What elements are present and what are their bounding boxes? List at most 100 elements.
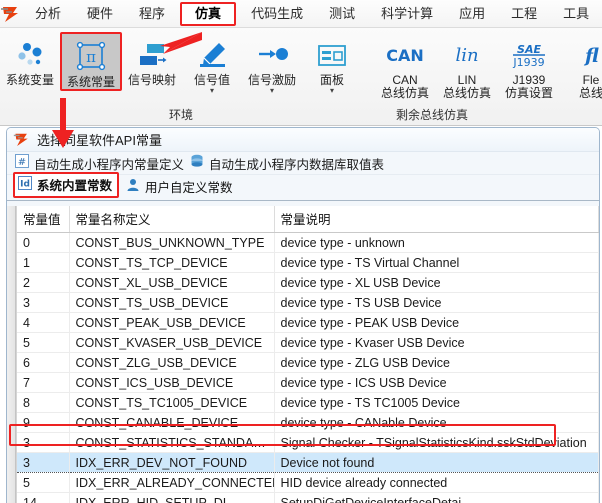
column-header-value[interactable]: 常量值 <box>17 206 70 233</box>
menu-tab-5[interactable]: 测试 <box>318 2 366 26</box>
cell-constant-description: device type - TS TC1005 Device <box>274 392 599 413</box>
cell-constant-value: 9 <box>17 412 70 433</box>
ribbon-button-panel[interactable]: 面板 ▾ <box>302 32 362 95</box>
cell-constant-description: Device not found <box>274 452 599 473</box>
table-row[interactable]: 3 IDX_ERR_DEV_NOT_FOUND Device not found <box>17 452 599 473</box>
cell-constant-value: 5 <box>17 472 70 493</box>
cell-constant-description: device type - XL USB Device <box>274 272 599 293</box>
ribbon-button-flexray-bus-simulation[interactable]: fl Fle 总线 <box>560 32 602 100</box>
table-row[interactable]: 3 CONST_STATISTICS_STANDA… Signal Checker … <box>17 432 599 453</box>
chevron-down-icon[interactable]: ▾ <box>330 87 334 95</box>
tab-system-builtin-constants[interactable]: Id 系统内置常数 <box>13 172 120 198</box>
ribbon-button-system-constant[interactable]: π 系统常量 <box>59 32 123 91</box>
menu-tab-6[interactable]: 科学计算 <box>370 2 444 26</box>
tsmaster-logo-icon <box>13 132 31 147</box>
ribbon-button-label: Fle 总线 <box>578 73 602 100</box>
tab-label: 用户自定义常数 <box>145 181 233 195</box>
cell-constant-description: device type - TS Virtual Channel <box>274 252 599 273</box>
table-row[interactable]: 1 CONST_TS_TCP_DEVICE device type - TS Vir… <box>17 252 599 273</box>
grid-row-indicator-gutter[interactable] <box>7 206 16 503</box>
cell-constant-description: device type - Kvaser USB Device <box>274 332 599 353</box>
ribbon-button-signal-stimulus[interactable]: 信号激励 ▾ <box>242 32 302 95</box>
sae-j1939-logo-icon: SAE J1939 <box>503 36 555 74</box>
menu-tab-1[interactable]: 硬件 <box>76 2 124 26</box>
cell-constant-name: CONST_TS_TCP_DEVICE <box>69 252 275 273</box>
cell-constant-value: 1 <box>17 252 70 273</box>
svg-text:π: π <box>86 48 96 66</box>
tab-user-defined-constants[interactable]: 用户自定义常数 <box>121 174 240 200</box>
ribbon-button-label: LIN 总线仿真 <box>442 73 491 100</box>
ribbon-button-label: 系统变量 <box>5 73 54 87</box>
cell-constant-description: device type - ICS USB Device <box>274 372 599 393</box>
table-row[interactable]: 8 CONST_TS_TC1005_DEVICE device type - TS … <box>17 392 599 413</box>
menu-tab-4[interactable]: 代码生成 <box>240 2 314 26</box>
cell-constant-name: CONST_CANABLE_DEVICE <box>69 412 275 433</box>
table-header-row: 常量值 常量名称定义 常量说明 <box>17 206 599 233</box>
lin-logo-icon: lin <box>442 36 492 74</box>
dialog-title-text: 选择同星软件API常量 <box>37 133 162 148</box>
ribbon-button-can-bus-simulation[interactable]: CAN CAN 总线仿真 <box>374 32 436 100</box>
table-row[interactable]: 5 CONST_KVASER_USB_DEVICE device type - Kv… <box>17 332 599 353</box>
svg-text:J1939: J1939 <box>512 56 544 69</box>
cell-constant-name: IDX_ERR_DEV_NOT_FOUND <box>69 452 275 473</box>
pi-constant-icon: π <box>74 38 108 76</box>
signal-mapping-icon <box>135 36 169 74</box>
menu-tab-9[interactable]: 工具 <box>552 2 600 26</box>
ribbon-button-j1939-simulation-settings[interactable]: SAE J1939 J1939 仿真设置 <box>498 32 560 100</box>
cell-constant-description: SetupDiGetDeviceInterfaceDetai <box>274 492 599 503</box>
table-row[interactable]: 2 CONST_XL_USB_DEVICE device type - XL USB… <box>17 272 599 293</box>
table-row[interactable]: 7 CONST_ICS_USB_DEVICE device type - ICS U… <box>17 372 599 393</box>
user-person-icon <box>126 178 140 195</box>
toolbar-item-label: 自动生成小程序内数据库取值表 <box>209 157 385 172</box>
table-row[interactable]: 14 IDX_ERR_HID_SETUP_DI SetupDiGetDeviceIn… <box>17 492 599 503</box>
cell-constant-name: CONST_TS_TC1005_DEVICE <box>69 392 275 413</box>
svg-text:#: # <box>18 157 26 168</box>
tab-label: 系统内置常数 <box>37 179 113 193</box>
cell-constant-name: CONST_BUS_UNKNOWN_TYPE <box>69 232 275 253</box>
cell-constant-description: Signal Checker - TSignalStatisticsKind.s… <box>274 432 599 453</box>
ribbon-button-signal-mapping[interactable]: 信号映射 <box>122 32 182 87</box>
generate-database-lookup-table-button[interactable]: 自动生成小程序内数据库取值表 <box>190 154 384 173</box>
dots-cluster-icon <box>14 36 46 74</box>
column-header-description[interactable]: 常量说明 <box>274 206 599 233</box>
menu-tab-list: 分析 硬件 程序 仿真 代码生成 测试 科学计算 应用 工程 工具 <box>22 0 602 28</box>
svg-text:lin: lin <box>455 45 478 66</box>
ribbon-menu-bar: 分析 硬件 程序 仿真 代码生成 测试 科学计算 应用 工程 工具 <box>0 0 602 28</box>
svg-text:SAE: SAE <box>517 43 541 56</box>
ribbon-button-lin-bus-simulation[interactable]: lin LIN 总线仿真 <box>436 32 498 100</box>
cell-constant-value: 2 <box>17 272 70 293</box>
table-row[interactable]: 0 CONST_BUS_UNKNOWN_TYPE device type - unk… <box>17 232 599 253</box>
menu-tab-0[interactable]: 分析 <box>24 2 72 26</box>
menu-tab-2[interactable]: 程序 <box>128 2 176 26</box>
column-header-name[interactable]: 常量名称定义 <box>69 206 275 233</box>
constants-grid[interactable]: 常量值 常量名称定义 常量说明 0 CONST_BUS_UNKNOWN_TYPE d… <box>16 206 599 503</box>
tsmaster-logo-icon <box>0 0 22 28</box>
menu-tab-8[interactable]: 工程 <box>500 2 548 26</box>
toolbar-item-label: 自动生成小程序内常量定义 <box>34 157 185 172</box>
signal-stimulus-icon <box>255 36 289 74</box>
flexray-logo-icon: fl <box>571 36 602 74</box>
ribbon-button-label: CAN 总线仿真 <box>380 73 429 100</box>
menu-tab-3-simulation[interactable]: 仿真 <box>180 1 237 26</box>
cell-constant-description: device type - PEAK USB Device <box>274 312 599 333</box>
ribbon-button-signal-value[interactable]: 信号值 ▾ <box>182 32 242 95</box>
can-logo-icon: CAN <box>380 36 430 74</box>
ribbon-button-label: 系统常量 <box>67 75 116 89</box>
id-badge-icon: Id <box>18 176 32 193</box>
table-row[interactable]: 4 CONST_PEAK_USB_DEVICE device type - PEAK… <box>17 312 599 333</box>
ribbon-toolbar: 系统变量 π 系统常量 信号映射 信号值 ▾ 信号激励 ▾ 面板 ▾ 环境 CA… <box>0 28 602 126</box>
table-row[interactable]: 5 IDX_ERR_ALREADY_CONNECTED HID device alr… <box>17 472 599 493</box>
chevron-down-icon[interactable]: ▾ <box>210 87 214 95</box>
table-row[interactable]: 3 CONST_TS_USB_DEVICE device type - TS USB… <box>17 292 599 313</box>
menu-tab-7[interactable]: 应用 <box>448 2 496 26</box>
application-window: 分析 硬件 程序 仿真 代码生成 测试 科学计算 应用 工程 工具 系统变量 π… <box>0 0 602 503</box>
pencil-edit-icon <box>196 36 228 74</box>
cell-constant-value: 5 <box>17 332 70 353</box>
ribbon-button-system-variable[interactable]: 系统变量 <box>0 32 60 87</box>
table-row[interactable]: 6 CONST_ZLG_USB_DEVICE device type - ZLG U… <box>17 352 599 373</box>
table-row[interactable]: 9 CONST_CANABLE_DEVICE device type - CANab… <box>17 412 599 433</box>
chevron-down-icon[interactable]: ▾ <box>270 87 274 95</box>
cell-constant-name: CONST_KVASER_USB_DEVICE <box>69 332 275 353</box>
ribbon-group-environment: 系统变量 π 系统常量 信号映射 信号值 ▾ 信号激励 ▾ 面板 ▾ 环境 <box>0 28 362 126</box>
generate-constant-definition-button[interactable]: # 自动生成小程序内常量定义 <box>15 153 185 173</box>
